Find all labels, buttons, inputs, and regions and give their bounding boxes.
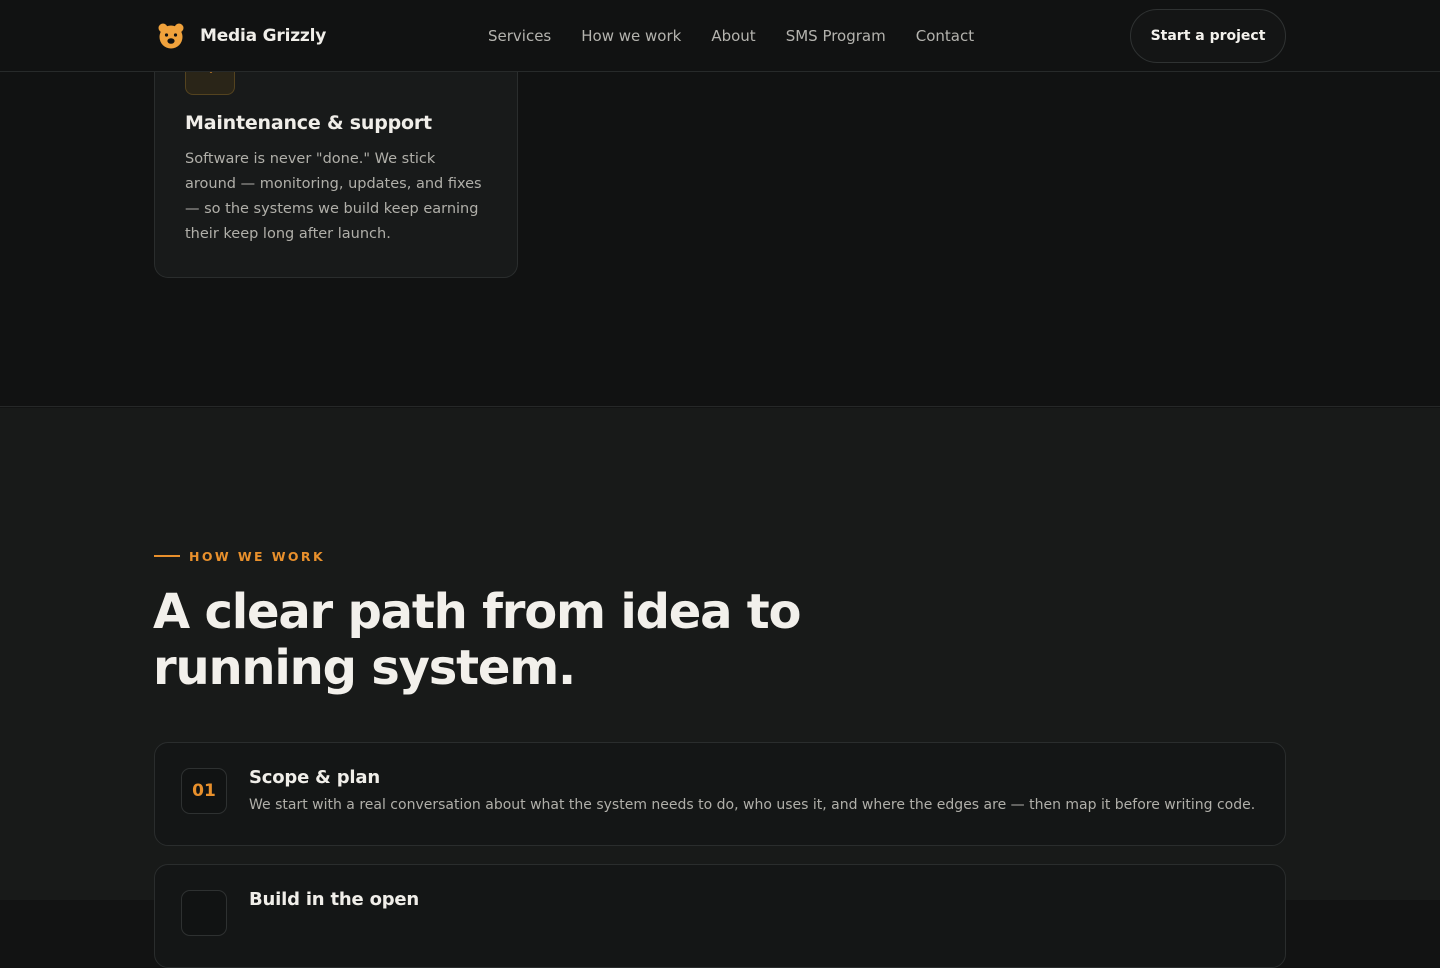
top-navigation-bar: Media Grizzly Services How we work About… [0, 0, 1440, 72]
process-step-card: Build in the open [154, 864, 1286, 968]
main-nav: Services How we work About SMS Program C… [488, 24, 974, 48]
eyebrow-text: HOW WE WORK [189, 548, 326, 564]
step-title: Scope & plan [249, 767, 380, 788]
brand-logo-link[interactable]: Media Grizzly [156, 20, 326, 52]
start-project-button[interactable]: Start a project [1130, 9, 1286, 63]
bear-logo-icon [158, 23, 184, 49]
how-we-work-section: HOW WE WORK A clear path from idea to ru… [0, 408, 1440, 968]
nav-link-services[interactable]: Services [488, 27, 551, 45]
brand-name: Media Grizzly [200, 26, 327, 46]
service-card-description: Software is never "done." We stick aroun… [185, 151, 482, 242]
nav-link-contact[interactable]: Contact [916, 27, 974, 45]
section-heading: A clear path from idea to running system… [153, 584, 802, 696]
nav-link-sms-program[interactable]: SMS Program [786, 27, 886, 45]
step-number-badge: 01 [181, 768, 227, 814]
nav-link-how-we-work[interactable]: How we work [581, 27, 681, 45]
services-section: Maintenance & support Software is never … [0, 60, 1440, 407]
step-number-badge [181, 890, 227, 936]
service-card-maintenance: Maintenance & support Software is never … [154, 60, 518, 278]
eyebrow-line [154, 555, 180, 557]
section-eyebrow: HOW WE WORK [154, 547, 325, 565]
step-description: We start with a real conversation about … [249, 797, 1256, 813]
nav-link-about[interactable]: About [711, 27, 755, 45]
service-card-title: Maintenance & support [185, 112, 432, 134]
process-step-card: 01 Scope & plan We start with a real con… [154, 742, 1286, 846]
